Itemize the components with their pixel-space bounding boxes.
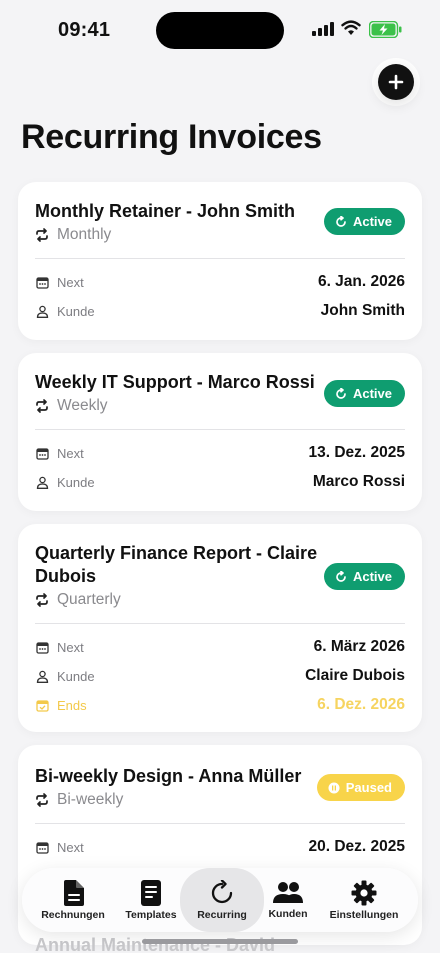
row-value: 20. Dez. 2025	[308, 838, 405, 855]
customer-row: Kunde John Smith	[35, 301, 405, 321]
divider	[35, 623, 405, 624]
next-date-row: Next 6. März 2026	[35, 637, 405, 657]
divider	[35, 258, 405, 259]
repeat-icon	[36, 399, 48, 413]
invoice-title: Bi-weekly Design - Anna Müller	[35, 766, 302, 786]
plus-icon	[388, 74, 404, 90]
document-icon	[64, 879, 84, 906]
invoice-title-peek: Annual Maintenance - David	[35, 935, 276, 953]
battery-charging-icon	[369, 21, 402, 38]
refresh-icon	[336, 215, 346, 227]
repeat-icon	[36, 793, 48, 807]
invoice-title: Weekly IT Support - Marco Rossi	[35, 372, 315, 392]
next-date-row: Next 20. Dez. 2025	[35, 837, 405, 857]
tab-recurring[interactable]: Recurring	[180, 868, 264, 932]
customer-row: Kunde Marco Rossi	[35, 472, 405, 492]
row-label: Ends	[57, 697, 87, 713]
invoice-frequency: Bi-weekly	[35, 791, 123, 809]
tab-rechnungen[interactable]: Rechnungen	[34, 868, 112, 932]
tab-label: Kunden	[268, 907, 308, 920]
status-badge-label: Paused	[345, 780, 392, 795]
gear-icon	[351, 880, 377, 905]
home-indicator	[142, 939, 298, 944]
tab-label: Recurring	[197, 908, 247, 921]
wifi-icon	[341, 20, 361, 35]
person-icon	[36, 305, 48, 318]
row-value: 6. März 2026	[313, 638, 405, 655]
tab-label: Templates	[125, 908, 177, 921]
divider	[35, 823, 405, 824]
calendar-icon	[35, 841, 49, 854]
dynamic-island	[156, 12, 284, 49]
refresh-icon	[336, 387, 346, 399]
invoice-title: Quarterly Finance Report - Claire Dubois	[35, 543, 318, 586]
status-badge: Active	[323, 563, 405, 590]
row-label: Next	[57, 274, 84, 290]
row-label: Kunde	[57, 474, 95, 490]
calendar-icon	[35, 276, 49, 289]
status-badge: Paused	[316, 774, 405, 801]
row-value: John Smith	[320, 302, 405, 319]
invoice-title: Monthly Retainer - John Smith	[35, 201, 296, 221]
next-date-row: Next 6. Jan. 2026	[35, 272, 405, 292]
page-title: Recurring Invoices	[21, 118, 322, 156]
frequency-label: Monthly	[57, 226, 112, 243]
calendar-icon	[35, 641, 49, 654]
invoice-card[interactable]: Monthly Retainer - John Smith Monthly Ac…	[18, 182, 422, 340]
next-date-row: Next 13. Dez. 2025	[35, 443, 405, 463]
person-icon	[36, 670, 48, 683]
frequency-label: Quarterly	[57, 591, 121, 608]
status-badge-label: Active	[352, 569, 392, 584]
tab-bar: Rechnungen Templates Recurring Kunden Ei…	[22, 868, 418, 932]
tab-label: Einstellungen	[329, 908, 399, 921]
row-label: Next	[57, 445, 84, 461]
refresh-icon	[336, 570, 346, 582]
tab-templates[interactable]: Templates	[114, 868, 188, 932]
row-label: Next	[57, 639, 84, 655]
repeat-icon	[36, 593, 48, 607]
row-label: Kunde	[57, 668, 95, 684]
template-icon	[141, 879, 161, 906]
add-recurring-button[interactable]	[378, 64, 414, 100]
tab-einstellungen[interactable]: Einstellungen	[324, 868, 404, 932]
customer-row: Kunde Claire Dubois	[35, 666, 405, 686]
invoice-frequency: Quarterly	[35, 591, 121, 609]
end-date-row: Ends 6. Dez. 2026	[35, 695, 405, 715]
row-label: Next	[57, 839, 84, 855]
person-icon	[36, 476, 48, 489]
row-value: 6. Dez. 2026	[317, 696, 405, 713]
status-badge: Active	[323, 208, 405, 235]
people-icon	[273, 881, 303, 903]
calendar-end-icon	[35, 699, 49, 712]
repeat-icon	[36, 228, 48, 242]
frequency-label: Bi-weekly	[57, 791, 124, 808]
invoice-card[interactable]: Weekly IT Support - Marco Rossi Weekly A…	[18, 353, 422, 511]
invoice-frequency: Weekly	[35, 397, 108, 415]
divider	[35, 429, 405, 430]
status-time: 09:41	[58, 19, 111, 41]
row-value: Marco Rossi	[312, 473, 405, 490]
pause-icon	[328, 782, 340, 793]
tab-kunden[interactable]: Kunden	[256, 868, 320, 932]
recurring-icon	[211, 879, 233, 903]
calendar-icon	[35, 447, 49, 460]
status-badge-label: Active	[352, 386, 392, 401]
row-label: Kunde	[57, 303, 95, 319]
tab-label: Rechnungen	[41, 908, 105, 921]
row-value: 13. Dez. 2025	[308, 444, 405, 461]
frequency-label: Weekly	[57, 397, 108, 414]
row-value: Claire Dubois	[305, 667, 405, 684]
status-bar: 09:41	[0, 0, 440, 60]
invoice-card[interactable]: Quarterly Finance Report - Claire Dubois…	[18, 524, 422, 732]
cellular-signal-icon	[312, 22, 334, 36]
status-badge: Active	[323, 380, 405, 407]
invoice-frequency: Monthly	[35, 226, 111, 244]
status-badge-label: Active	[352, 214, 392, 229]
row-value: 6. Jan. 2026	[317, 273, 405, 290]
